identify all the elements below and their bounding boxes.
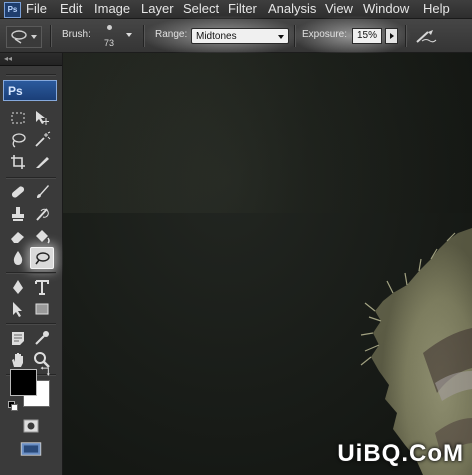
stamp-icon (12, 207, 24, 221)
eraser-icon (11, 232, 24, 243)
move-icon (36, 111, 49, 125)
slice-icon (36, 157, 49, 168)
rectangle-tool[interactable] (31, 299, 53, 319)
swap-colors-button[interactable] (36, 364, 56, 380)
history-brush-tool[interactable] (31, 204, 53, 224)
menu-edit[interactable]: Edit (60, 0, 82, 18)
pen-icon (13, 280, 23, 294)
bandage-icon (11, 186, 25, 198)
marquee-tool[interactable] (7, 108, 29, 128)
brush-picker-dropdown-icon[interactable] (126, 33, 132, 37)
dodge-tool[interactable] (30, 247, 54, 269)
ps-logo: Ps (3, 80, 57, 101)
range-label: Range: (155, 29, 188, 40)
range-value: Midtones (196, 31, 237, 42)
menu-file[interactable]: File (26, 0, 47, 18)
type-icon (35, 280, 49, 295)
brush-label: Brush: (62, 29, 91, 40)
exposure-label: Exposure: (302, 29, 348, 40)
note-icon (12, 332, 24, 345)
exposure-input[interactable]: 15% (352, 28, 382, 44)
tools-panel: ◂◂ Ps (0, 53, 63, 475)
magic-wand-tool[interactable] (31, 130, 53, 150)
foreground-color-swatch[interactable] (10, 369, 37, 396)
exposure-slider-button[interactable] (385, 28, 398, 44)
swap-arrow-icon (40, 366, 50, 376)
lasso-tool[interactable] (7, 130, 29, 150)
document-canvas[interactable]: UiBQ.CoM (63, 53, 472, 475)
slice-tool[interactable] (31, 152, 53, 172)
blur-tool[interactable] (7, 248, 29, 268)
tools-panel-header[interactable]: ◂◂ (0, 53, 62, 66)
menu-analysis[interactable]: Analysis (268, 0, 316, 18)
eyedropper-tool[interactable] (31, 328, 53, 348)
options-bar: Brush: 73 Range: Midtones Exposure: 15% (0, 15, 472, 57)
screen-mode-icon (20, 442, 42, 456)
eraser-tool[interactable] (7, 226, 29, 246)
tool-preset-picker[interactable] (6, 26, 42, 48)
brush-preview-icon[interactable] (107, 25, 112, 30)
crop-icon (11, 155, 25, 169)
type-tool[interactable] (31, 277, 53, 297)
airbrush-icon (416, 30, 437, 43)
magic-wand-icon (35, 131, 51, 147)
paint-bucket-tool[interactable] (31, 226, 53, 246)
lasso-icon (12, 133, 26, 148)
eyedropper-icon (35, 331, 49, 345)
dodge-icon (11, 30, 37, 44)
clone-stamp-tool[interactable] (7, 204, 29, 224)
path-selection-tool[interactable] (7, 299, 29, 319)
dodge-icon (35, 252, 50, 265)
chevron-down-icon (278, 35, 284, 39)
menu-layer[interactable]: Layer (141, 0, 174, 18)
marquee-icon (11, 112, 25, 124)
crop-tool[interactable] (7, 152, 29, 172)
menu-image[interactable]: Image (94, 0, 130, 18)
screen-mode-button[interactable] (18, 439, 44, 459)
range-select[interactable]: Midtones (191, 28, 289, 44)
pen-tool[interactable] (7, 277, 29, 297)
brush-icon (37, 185, 49, 198)
quick-mask-button[interactable] (20, 416, 42, 436)
move-tool[interactable] (31, 108, 53, 128)
quick-mask-icon (23, 419, 39, 433)
history-brush-icon (36, 208, 49, 221)
hand-tool[interactable] (7, 350, 29, 370)
hand-icon (12, 353, 23, 367)
app-icon[interactable]: Ps (4, 2, 21, 18)
paint-bucket-icon (36, 230, 50, 244)
rectangle-icon (35, 303, 49, 315)
arrow-icon (13, 302, 22, 317)
healing-brush-tool[interactable] (7, 182, 29, 202)
notes-tool[interactable] (7, 328, 29, 348)
brush-tool[interactable] (31, 182, 53, 202)
default-colors-button[interactable] (8, 401, 18, 411)
menu-help[interactable]: Help (423, 0, 450, 18)
brush-size: 73 (104, 38, 115, 48)
airbrush-toggle[interactable] (414, 27, 438, 45)
blur-drop-icon (13, 251, 23, 265)
watermark-text: UiBQ.CoM (337, 440, 464, 467)
